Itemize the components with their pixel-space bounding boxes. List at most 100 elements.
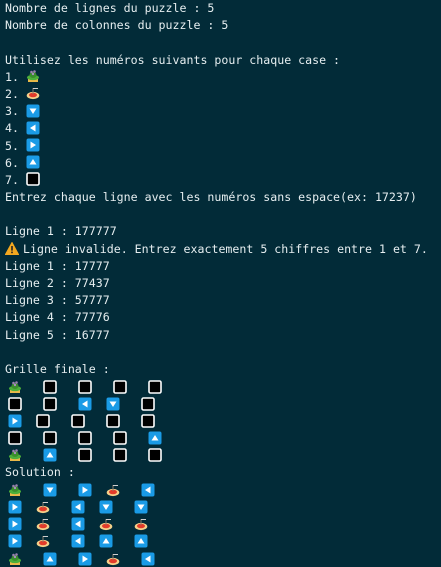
empty-box-icon: [148, 448, 162, 463]
legend-item: 2.: [5, 86, 441, 103]
potted-plant-icon: [8, 483, 22, 497]
arrow-right-icon: [8, 500, 22, 514]
grid-row: [5, 447, 441, 464]
solution-title: Solution :: [5, 465, 75, 480]
arrow-right-icon: [8, 534, 22, 548]
empty-box-icon: [141, 397, 155, 411]
legend-number: 1.: [5, 69, 19, 84]
spaghetti-icon: [134, 517, 148, 531]
arrow-left-icon: [71, 517, 85, 531]
legend-number: 4.: [5, 121, 19, 136]
empty-box-icon: [8, 397, 22, 411]
empty-box-icon: [71, 414, 85, 428]
empty-box-icon: [78, 379, 92, 394]
arrow-left-icon: [71, 534, 85, 548]
arrow-up-icon: [43, 448, 57, 462]
arrow-left-icon: [141, 483, 155, 497]
legend-number: 5.: [5, 138, 19, 153]
warning-icon: [4, 241, 20, 255]
empty-box-icon: [141, 414, 155, 428]
spaghetti-icon: [26, 86, 40, 100]
empty-box-icon: [26, 172, 40, 187]
arrow-left-icon: [71, 500, 85, 514]
valid-input-list: Ligne 1 : 17777 Ligne 2 : 77437 Ligne 3 : …: [5, 258, 441, 344]
warning-text: Ligne invalide. Entrez exactement 5 chif…: [23, 241, 428, 256]
arrow-up-icon: [99, 534, 113, 548]
empty-box-icon: [43, 379, 57, 394]
legend-number: 2.: [5, 86, 19, 101]
input-line: Ligne 4 : 77776: [5, 310, 110, 325]
empty-box-icon: [78, 448, 92, 463]
grid-row: [5, 378, 441, 395]
arrow-right-icon: [8, 414, 22, 428]
arrow-up-icon: [43, 552, 57, 566]
grid-row: [5, 533, 441, 550]
grid-row: [5, 498, 441, 515]
input-line: Ligne 3 : 57777: [5, 293, 110, 308]
legend-item: 7.: [5, 172, 441, 189]
rows-count-line: Nombre de lignes du puzzle : 5: [5, 1, 215, 15]
input-line: Ligne 2 : 77437: [5, 276, 110, 290]
spaghetti-icon: [36, 500, 50, 514]
empty-box-icon: [8, 431, 22, 446]
empty-box-icon: [43, 397, 57, 411]
arrow-down-icon: [26, 104, 40, 118]
legend-number: 6.: [5, 155, 19, 170]
arrow-right-icon: [78, 552, 92, 566]
grid-row: [5, 395, 441, 412]
input-prompt: Entrez chaque ligne avec les numéros san…: [5, 190, 417, 205]
spaghetti-icon: [106, 552, 120, 566]
arrow-left-icon: [141, 552, 155, 566]
potted-plant-icon: [8, 380, 22, 394]
legend-intro: Utilisez les numéros suivants pour chaqu…: [5, 52, 341, 67]
empty-box-icon: [106, 414, 120, 428]
arrow-left-icon: [26, 121, 40, 135]
spaghetti-icon: [36, 517, 50, 531]
arrow-down-icon: [43, 483, 57, 497]
arrow-up-icon: [134, 534, 148, 548]
warning-line: Ligne invalide. Entrez exactement 5 chif…: [4, 241, 441, 258]
arrow-left-icon: [78, 397, 92, 411]
arrow-up-icon: [26, 155, 40, 169]
grid-row: [5, 481, 441, 498]
legend-number: 7.: [5, 172, 19, 187]
potted-plant-icon: [8, 552, 22, 566]
input-line: Ligne 1 : 177777: [5, 224, 117, 239]
grid-title: Grille finale :: [5, 361, 110, 376]
arrow-down-icon: [99, 500, 113, 514]
arrow-right-icon: [8, 517, 22, 531]
input-line: Ligne 5 : 16777: [5, 327, 110, 342]
empty-box-icon: [148, 379, 162, 394]
arrow-up-icon: [148, 431, 162, 445]
spaghetti-icon: [36, 534, 50, 548]
arrow-down-icon: [106, 397, 120, 411]
grid-row: [5, 550, 441, 567]
spaghetti-icon: [106, 483, 120, 497]
empty-box-icon: [113, 379, 127, 394]
legend-number: 3.: [5, 104, 19, 119]
grid-row: [5, 413, 441, 430]
final-grid: [5, 378, 441, 464]
spaghetti-icon: [99, 517, 113, 531]
cols-count-line: Nombre de colonnes du puzzle : 5: [5, 18, 229, 33]
grid-row: [5, 516, 441, 533]
empty-box-icon: [113, 431, 127, 446]
legend-list: 1. 2. 3. 4. 5. 6. 7.: [5, 69, 441, 189]
legend-item: 1.: [5, 69, 441, 86]
legend-item: 6.: [5, 155, 441, 172]
arrow-right-icon: [26, 138, 40, 152]
potted-plant-icon: [8, 448, 22, 462]
input-line: Ligne 1 : 17777: [5, 258, 110, 273]
empty-box-icon: [43, 431, 57, 446]
arrow-right-icon: [78, 483, 92, 497]
grid-row: [5, 430, 441, 447]
potted-plant-icon: [26, 69, 40, 83]
empty-box-icon: [78, 431, 92, 446]
legend-item: 5.: [5, 138, 441, 155]
empty-box-icon: [113, 448, 127, 463]
terminal-output: Nombre de lignes du puzzle : 5 Nombre de…: [4, 0, 441, 567]
legend-item: 3.: [5, 103, 441, 120]
